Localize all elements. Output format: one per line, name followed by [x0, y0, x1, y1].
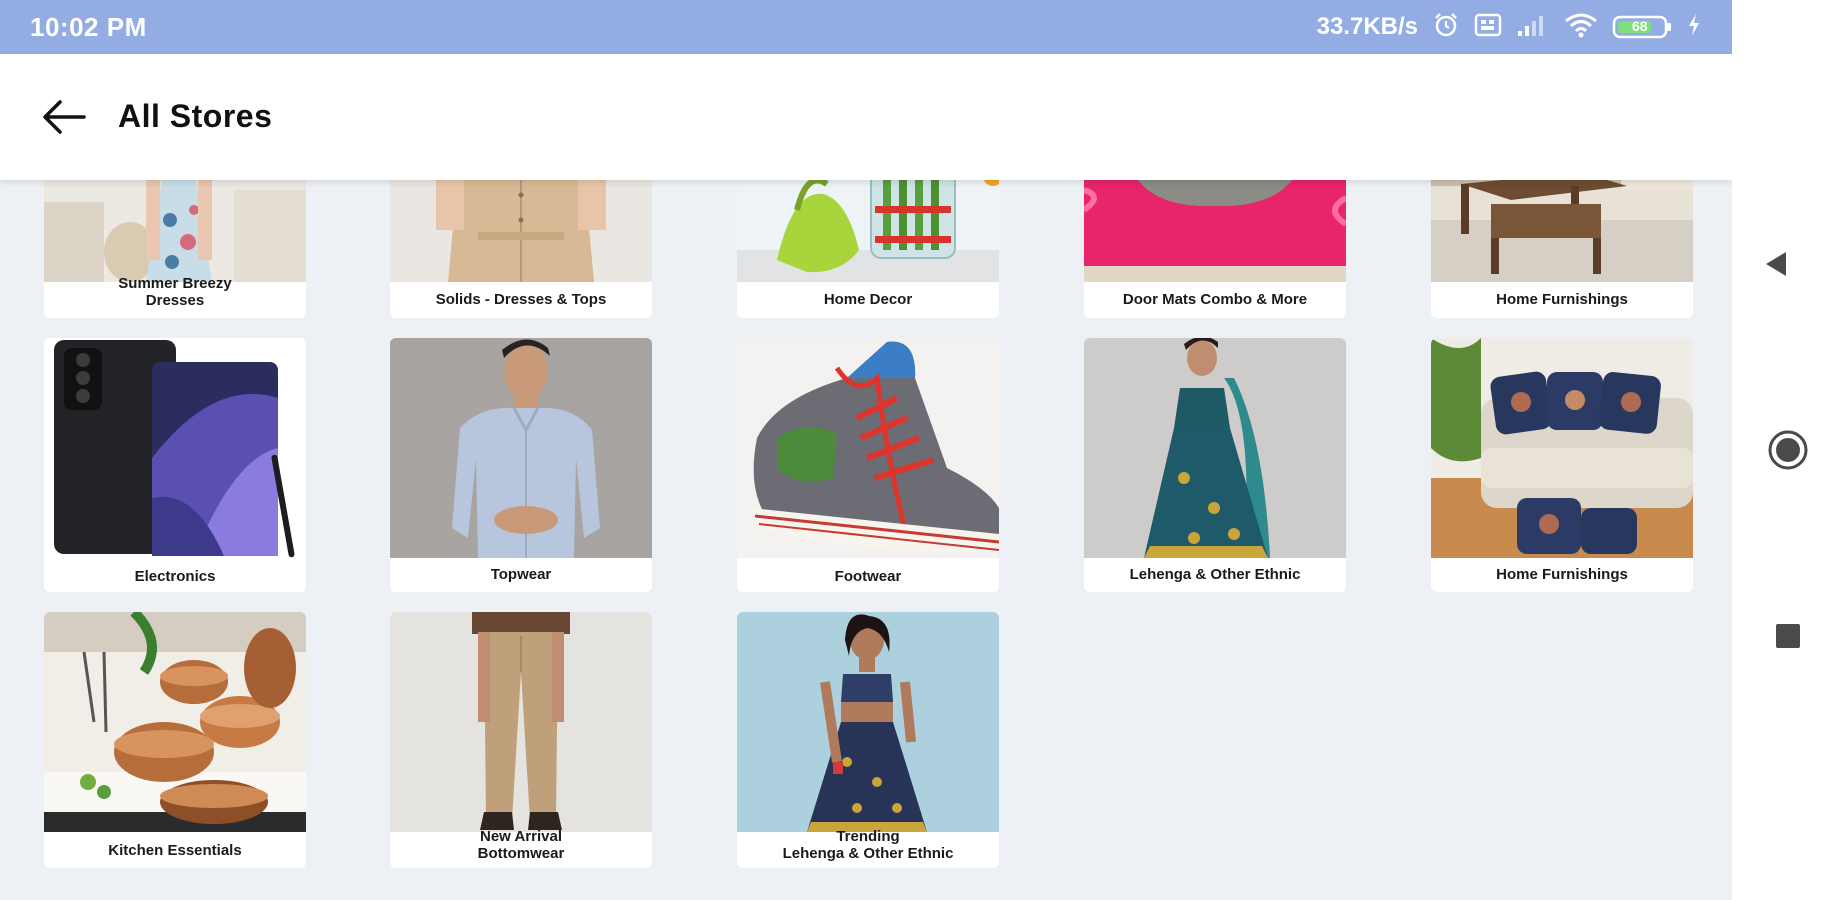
store-card-footwear[interactable]: Footwear [737, 338, 999, 592]
status-icons: 33.7KB/s 68 [1317, 10, 1702, 44]
store-label: Home Furnishings [1496, 291, 1628, 308]
navy-lehenga-photo [737, 612, 999, 832]
app-screen: 10:02 PM 33.7KB/s 68 All Stores Summer B… [0, 0, 1732, 900]
store-card-lehenga-ethnic[interactable]: Lehenga & Other Ethnic [1084, 338, 1346, 592]
system-nav-bar [1732, 0, 1843, 900]
store-label: Home Decor [823, 291, 913, 308]
smartphone-photo [44, 338, 306, 558]
status-bar: 10:02 PM 33.7KB/s 68 [0, 0, 1732, 54]
charging-icon [1686, 12, 1702, 43]
store-card-home-furnishings-2[interactable]: Home Furnishings [1431, 338, 1693, 592]
wifi-icon [1564, 11, 1598, 44]
triangle-back-icon [1766, 252, 1786, 276]
store-label: New Arrival Bottomwear [477, 828, 565, 862]
man-striped-shirt-photo [390, 338, 652, 558]
store-card-trending-lehenga[interactable]: Trending Lehenga & Other Ethnic [737, 612, 999, 868]
battery-level: 68 [1632, 18, 1648, 34]
arrow-left-icon [43, 100, 86, 134]
back-button[interactable] [40, 96, 88, 138]
nav-back-button[interactable] [1732, 224, 1843, 304]
nav-home-button[interactable] [1732, 410, 1843, 490]
store-label: Solids - Dresses & Tops [435, 291, 607, 308]
alarm-icon [1432, 11, 1460, 44]
page-title: All Stores [118, 98, 273, 134]
app-bar: All Stores [0, 54, 1732, 180]
store-label: Lehenga & Other Ethnic [1129, 566, 1301, 583]
store-card-new-arrival-bottomwear[interactable]: New Arrival Bottomwear [390, 612, 652, 868]
nav-recents-button[interactable] [1732, 596, 1843, 676]
store-label: Footwear [834, 568, 902, 585]
status-time: 10:02 PM [30, 12, 147, 42]
store-label: Home Furnishings [1496, 566, 1628, 583]
canvas-sneaker-photo [737, 338, 999, 558]
khaki-trousers-photo [390, 612, 652, 832]
square-recents-icon [1776, 624, 1800, 648]
copper-cookware-photo [44, 612, 306, 832]
store-card-topwear[interactable]: Topwear [390, 338, 652, 592]
teal-lehenga-photo [1084, 338, 1346, 558]
net-speed: 33.7KB/s [1316, 13, 1418, 40]
store-label: Trending Lehenga & Other Ethnic [782, 828, 954, 862]
store-label: Kitchen Essentials [108, 842, 242, 859]
store-card-electronics[interactable]: Electronics [44, 338, 306, 592]
store-label: Electronics [134, 568, 216, 585]
store-label: Topwear [490, 566, 552, 583]
cushions-sofa-photo [1431, 338, 1693, 558]
data-saver-icon [1474, 12, 1502, 43]
circle-home-icon [1768, 430, 1808, 470]
store-label: Door Mats Combo & More [1122, 291, 1308, 308]
store-label: Summer Breezy Dresses [118, 275, 232, 309]
signal-icon [1516, 12, 1550, 43]
store-card-kitchen-essentials[interactable]: Kitchen Essentials [44, 612, 306, 868]
battery-icon: 68 [1612, 14, 1672, 40]
